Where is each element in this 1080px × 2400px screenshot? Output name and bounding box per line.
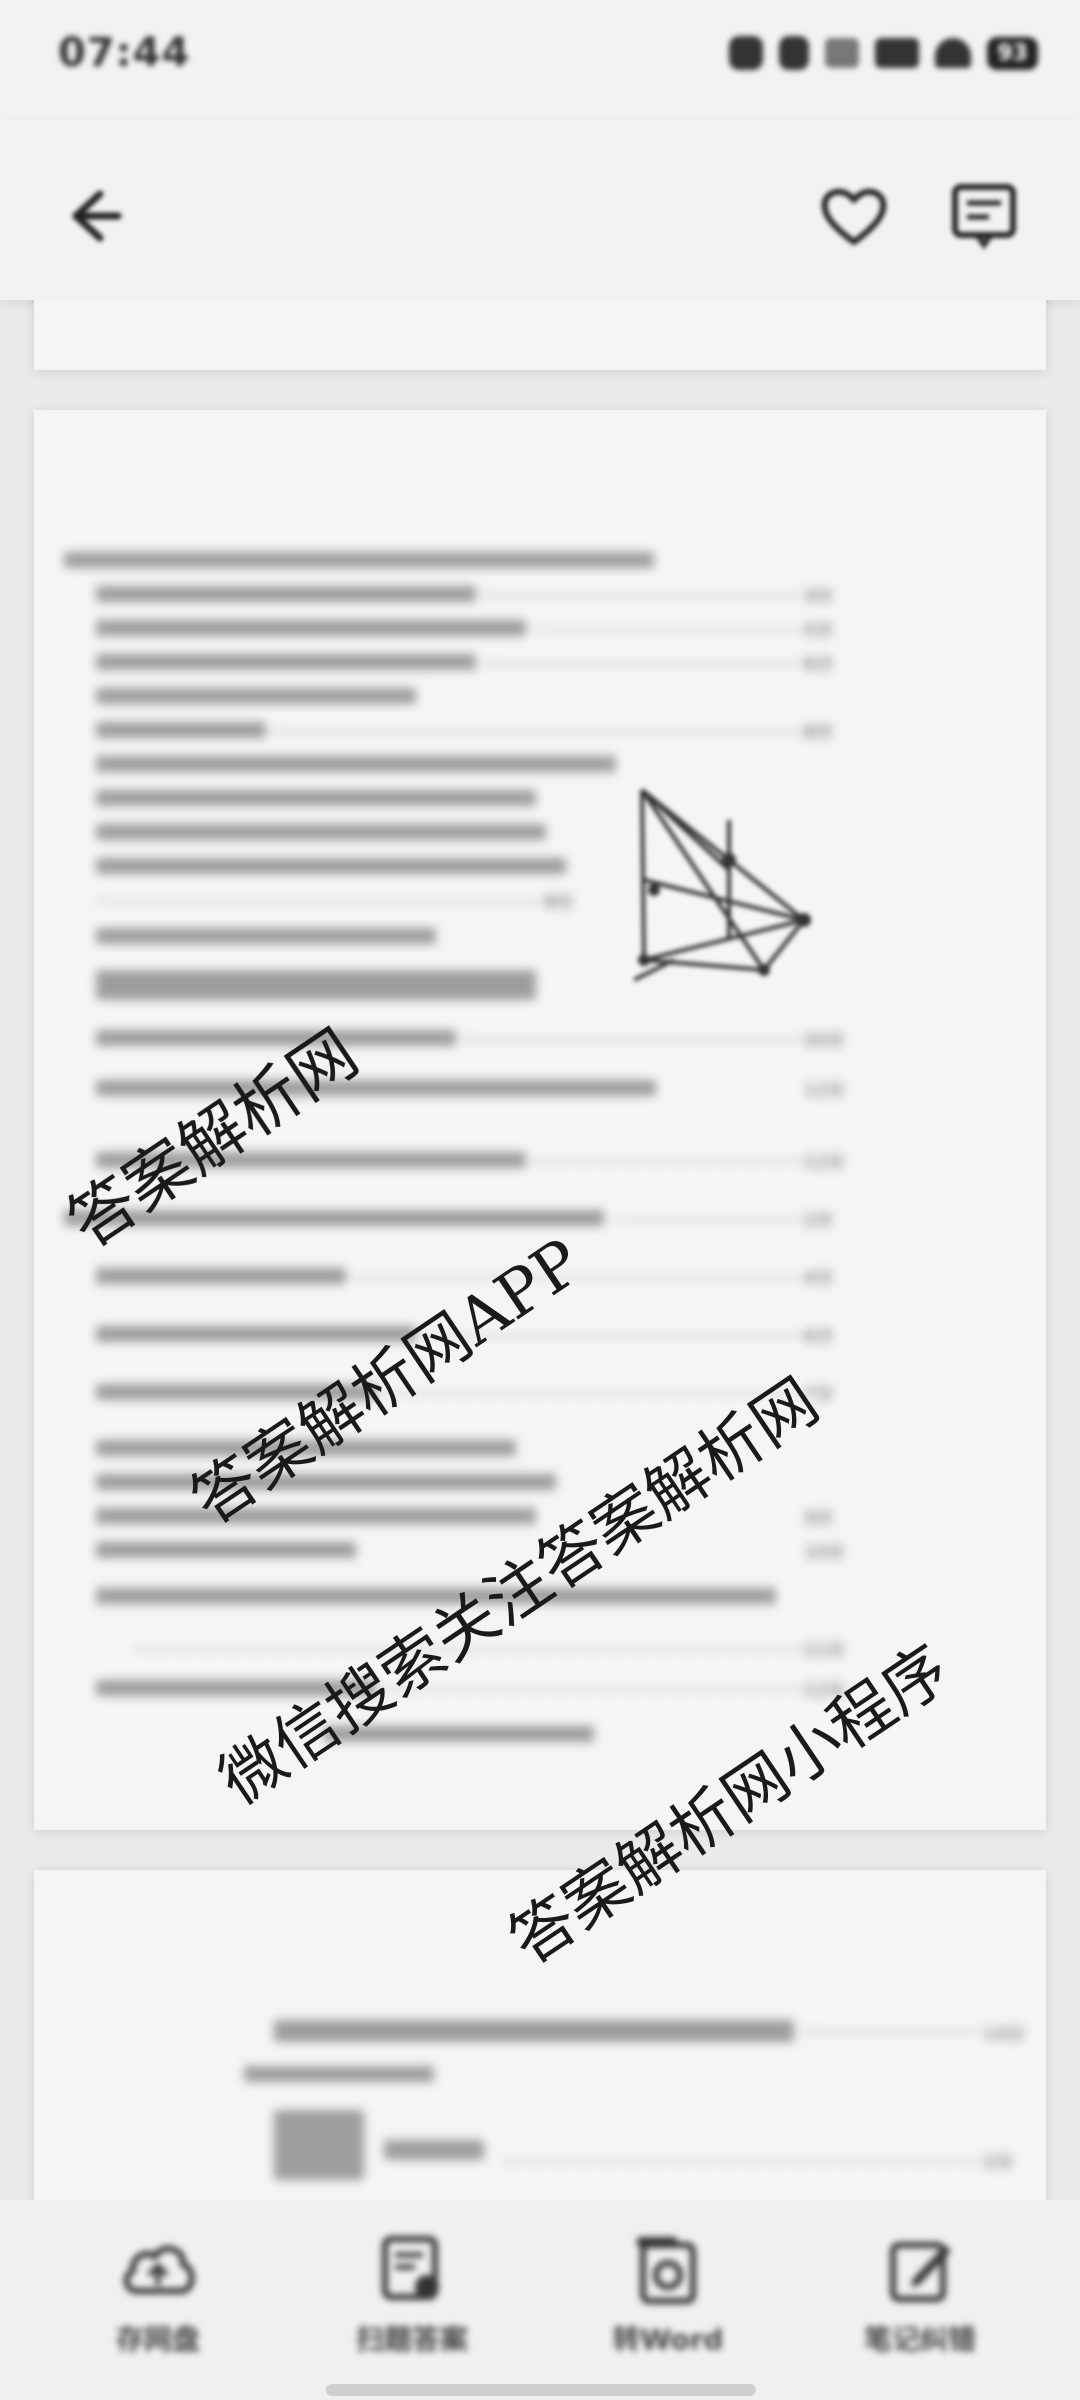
toolbar-item-label: 存网盘 (115, 2323, 200, 2356)
home-indicator[interactable] (326, 2384, 756, 2396)
cloud-upload-icon (118, 2230, 198, 2310)
status-icons: 93 (729, 36, 1038, 70)
document-page (34, 300, 1046, 370)
notification-icon-2 (779, 36, 810, 70)
app-bar (0, 120, 1080, 300)
data-speed-icon (825, 38, 860, 68)
scan-answer-button[interactable]: 扫题答案 (312, 2230, 512, 2358)
toolbar-item-label: 扫题答案 (355, 2323, 468, 2356)
arrow-left-icon (72, 190, 122, 242)
document-page: 14分 2分 (34, 1870, 1046, 2200)
wifi-icon (935, 38, 972, 68)
edit-icon (880, 2230, 960, 2310)
back-button[interactable] (52, 176, 132, 256)
convert-word-button[interactable]: 转Word (568, 2230, 768, 2358)
toolbar-item-label: 笔记纠错 (863, 2323, 976, 2356)
geometry-figure (634, 788, 811, 982)
status-time: 07:44 (58, 30, 191, 76)
bottom-toolbar: 存网盘 扫题答案 转Word 笔记纠错 (0, 2200, 1080, 2400)
note-correction-button[interactable]: 笔记纠错 (820, 2230, 1020, 2358)
save-to-cloud-button[interactable]: 存网盘 (58, 2230, 258, 2358)
word-convert-icon (628, 2230, 708, 2310)
battery-indicator: 93 (987, 36, 1038, 70)
toolbar-item-label: 转Word (612, 2323, 724, 2356)
note-button[interactable] (944, 176, 1024, 256)
status-bar: 07:44 93 (0, 0, 1080, 120)
note-icon (952, 184, 1016, 250)
document-page: 3分 5分 6分 8分 9分 10分 12分 12分 2分 4分 6分 7分 9… (34, 410, 1046, 1830)
scan-doc-icon (372, 2230, 452, 2310)
signal-icon (875, 38, 920, 68)
heart-icon (821, 188, 887, 245)
favorite-button[interactable] (814, 176, 894, 256)
notification-icon (729, 36, 764, 70)
document-viewer[interactable]: 3分 5分 6分 8分 9分 10分 12分 12分 2分 4分 6分 7分 9… (0, 300, 1080, 2200)
